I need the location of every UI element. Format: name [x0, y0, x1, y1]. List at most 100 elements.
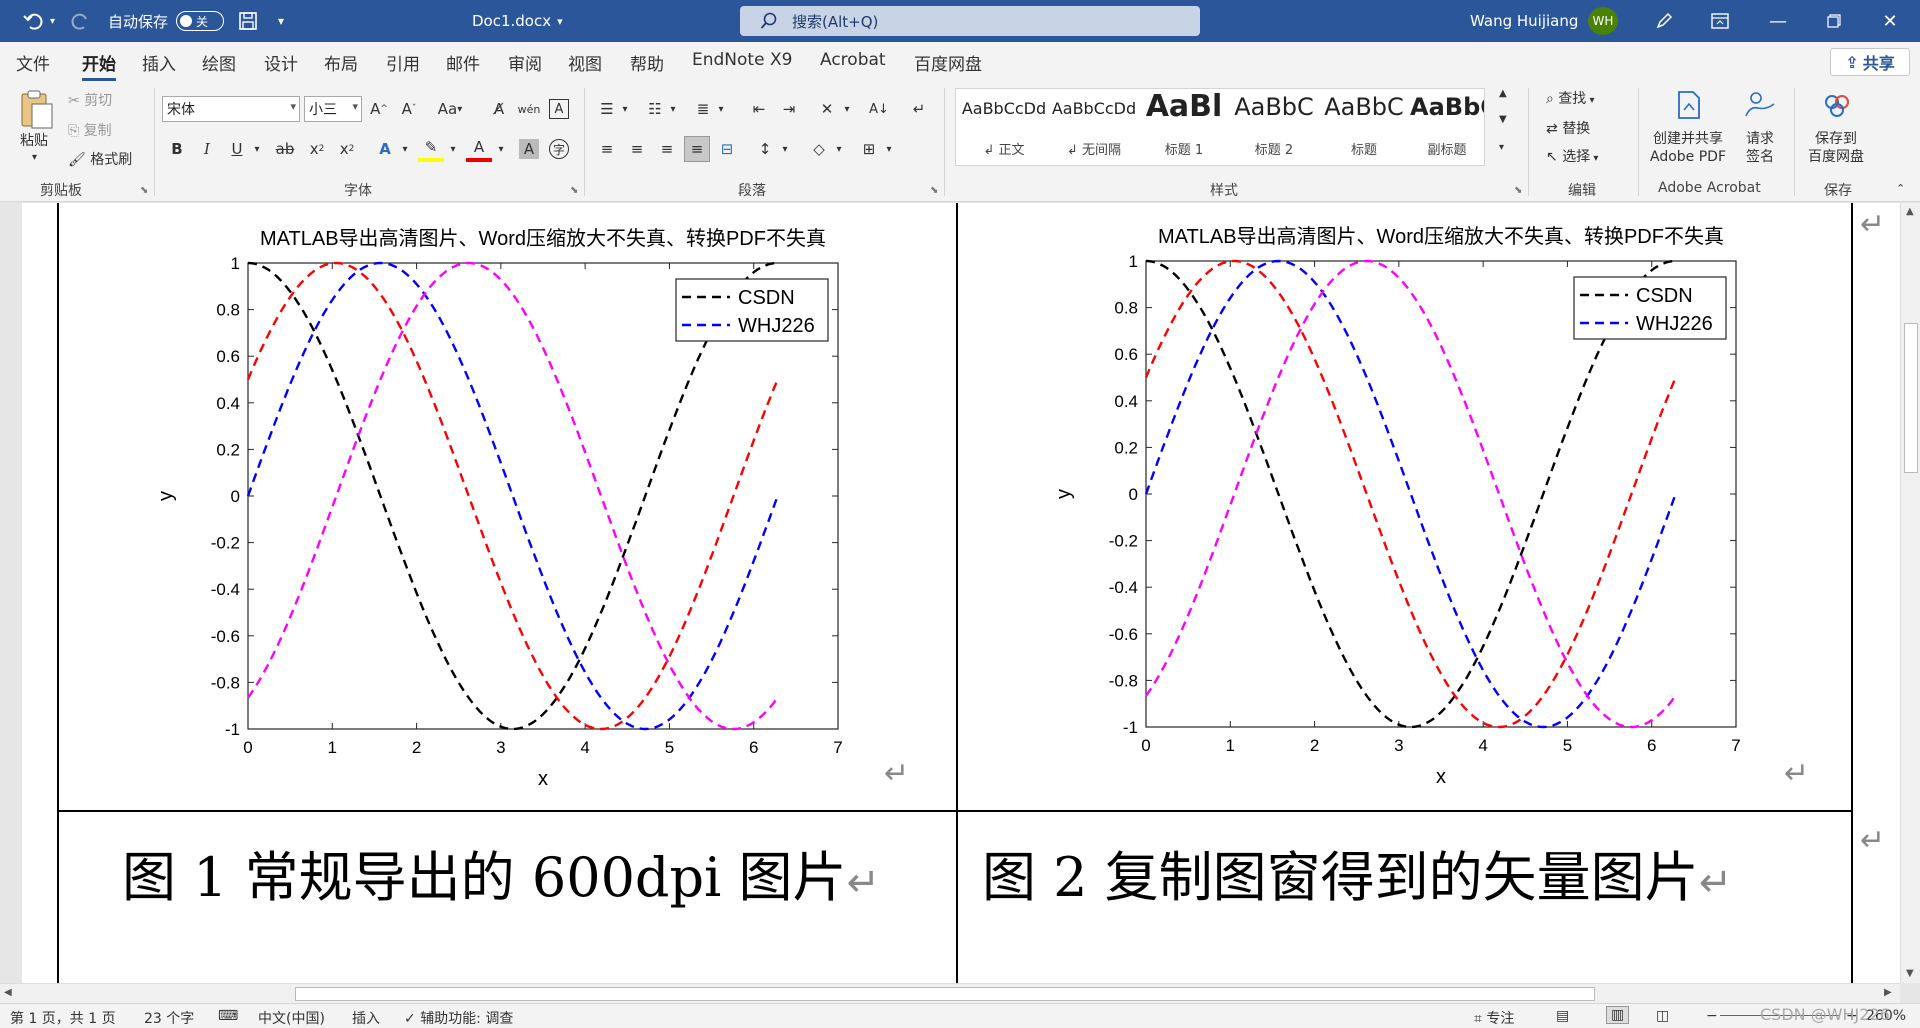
- scroll-right-icon[interactable]: ▶: [1884, 987, 1892, 998]
- insert-mode[interactable]: 插入: [352, 1008, 380, 1028]
- signature-icon[interactable]: [1744, 90, 1776, 124]
- caption-figure-1[interactable]: 图 1 常规导出的 600dpi 图片↵: [122, 833, 880, 912]
- clear-format-icon[interactable]: A̸: [486, 96, 512, 122]
- select-button[interactable]: ↖ 选择 ▾: [1546, 146, 1598, 166]
- font-name-combo[interactable]: 宋体 ▾: [162, 96, 300, 122]
- style-title[interactable]: AaBbC 标题: [1320, 89, 1408, 165]
- format-painter-button[interactable]: 🖌 格式刷: [68, 149, 132, 169]
- tab-references[interactable]: 引用: [386, 50, 420, 75]
- ribbon-display-icon[interactable]: [1696, 0, 1744, 42]
- language[interactable]: 中文(中国): [258, 1008, 325, 1028]
- font-launcher-icon[interactable]: ⬊: [570, 185, 578, 196]
- distributed-icon[interactable]: ⊟: [714, 136, 740, 162]
- chevron-down-icon[interactable]: ▾: [834, 96, 860, 122]
- cut-button[interactable]: ✂ 剪切: [68, 90, 112, 110]
- scroll-up-icon[interactable]: ▲: [1906, 206, 1914, 217]
- strikethrough-icon[interactable]: ab: [272, 136, 298, 162]
- baidu-cloud-icon[interactable]: [1822, 90, 1852, 124]
- decrease-indent-icon[interactable]: ⇤: [746, 96, 772, 122]
- pdf-icon[interactable]: [1676, 90, 1702, 124]
- paste-icon[interactable]: [18, 88, 54, 136]
- clipboard-launcher-icon[interactable]: ⬊: [140, 185, 148, 196]
- copy-button[interactable]: ⎘ 复制: [68, 120, 112, 140]
- styles-up-icon[interactable]: ▲: [1499, 88, 1507, 99]
- subscript-icon[interactable]: x2: [304, 136, 330, 162]
- tab-design[interactable]: 设计: [264, 50, 298, 75]
- italic-icon[interactable]: I: [194, 136, 220, 162]
- chevron-down-icon[interactable]: ▾: [660, 96, 686, 122]
- style-heading-2[interactable]: AaBbC 标题 2: [1230, 89, 1318, 165]
- sort-icon[interactable]: A↓: [866, 96, 892, 122]
- zoom-out-icon[interactable]: −: [1706, 1008, 1718, 1024]
- align-center-icon[interactable]: ≡: [624, 136, 650, 162]
- scroll-left-icon[interactable]: ◀: [4, 987, 12, 998]
- phonetic-guide-icon[interactable]: wén: [516, 96, 542, 122]
- tab-view[interactable]: 视图: [568, 50, 602, 75]
- undo-dropdown-icon[interactable]: ▾: [50, 0, 55, 42]
- replace-button[interactable]: ⇄ 替换: [1546, 118, 1590, 138]
- char-shading-icon[interactable]: A: [519, 139, 539, 159]
- caption-figure-2[interactable]: 图 2 复制图窗得到的矢量图片↵: [982, 833, 1732, 912]
- paste-button[interactable]: 粘贴: [20, 130, 48, 150]
- document-name[interactable]: Doc1.docx ▾: [472, 0, 563, 42]
- tab-help[interactable]: 帮助: [630, 50, 664, 75]
- chevron-down-icon[interactable]: ▾: [612, 96, 638, 122]
- increase-indent-icon[interactable]: ⇥: [776, 96, 802, 122]
- styles-launcher-icon[interactable]: ⬊: [1514, 185, 1522, 196]
- bold-icon[interactable]: B: [164, 136, 190, 162]
- accessibility-status[interactable]: ✓ 辅助功能: 调查: [404, 1008, 513, 1028]
- paste-dropdown-icon[interactable]: ▾: [32, 152, 37, 163]
- tab-review[interactable]: 审阅: [508, 50, 542, 75]
- chevron-down-icon[interactable]: ▾: [772, 136, 798, 162]
- style-normal[interactable]: AaBbCcDd ↲ 正文: [960, 89, 1048, 165]
- chevron-down-icon[interactable]: ▾: [826, 136, 852, 162]
- change-case-button[interactable]: Aa ▾: [432, 96, 468, 122]
- read-mode-icon[interactable]: ▤: [1556, 1008, 1569, 1024]
- align-left-icon[interactable]: ≡: [594, 136, 620, 162]
- justify-icon[interactable]: ≡: [684, 136, 710, 162]
- tab-mailings[interactable]: 邮件: [446, 50, 480, 75]
- tab-home[interactable]: 开始: [82, 50, 116, 81]
- char-border-icon[interactable]: A: [549, 99, 569, 119]
- tab-endnote[interactable]: EndNote X9: [692, 50, 792, 70]
- web-layout-icon[interactable]: ◫: [1656, 1008, 1669, 1024]
- tab-acrobat[interactable]: Acrobat: [820, 50, 886, 70]
- style-no-spacing[interactable]: AaBbCcDd ↲ 无间隔: [1050, 89, 1138, 165]
- print-layout-icon[interactable]: ▥: [1606, 1006, 1630, 1024]
- collapse-ribbon-icon[interactable]: ⌃: [1896, 182, 1905, 195]
- vertical-scrollbar[interactable]: ▲ ▼: [1900, 203, 1920, 983]
- vertical-scroll-thumb[interactable]: [1904, 323, 1918, 473]
- search-box[interactable]: 搜索(Alt+Q): [740, 6, 1200, 36]
- font-size-combo[interactable]: 小三 ▾: [304, 96, 362, 122]
- pen-icon[interactable]: [1640, 0, 1688, 42]
- customize-qat-icon[interactable]: ▾: [278, 0, 284, 42]
- chevron-down-icon[interactable]: ▾: [244, 136, 270, 162]
- horizontal-scroll-thumb[interactable]: [295, 987, 1595, 1001]
- undo-icon[interactable]: [22, 0, 44, 42]
- align-right-icon[interactable]: ≡: [654, 136, 680, 162]
- tab-layout[interactable]: 布局: [324, 50, 358, 75]
- styles-down-icon[interactable]: ▼: [1499, 114, 1507, 125]
- minimize-icon[interactable]: —: [1754, 0, 1802, 42]
- scroll-down-icon[interactable]: ▼: [1906, 968, 1914, 979]
- find-button[interactable]: ⌕ 查找 ▾: [1546, 88, 1595, 108]
- tab-insert[interactable]: 插入: [142, 50, 176, 75]
- tab-baidu[interactable]: 百度网盘: [914, 50, 982, 75]
- chevron-down-icon[interactable]: ▾: [708, 96, 734, 122]
- show-marks-icon[interactable]: ↵: [906, 96, 932, 122]
- share-button[interactable]: ⇪ 共享: [1830, 48, 1910, 76]
- create-pdf-button[interactable]: 创建并共享 Adobe PDF: [1650, 130, 1726, 166]
- word-count[interactable]: 23 个字: [144, 1008, 194, 1028]
- save-icon[interactable]: [238, 0, 258, 42]
- request-sign-button[interactable]: 请求 签名: [1746, 130, 1774, 166]
- tab-draw[interactable]: 绘图: [202, 50, 236, 75]
- superscript-icon[interactable]: x2: [334, 136, 360, 162]
- chevron-down-icon[interactable]: ▾: [488, 136, 514, 162]
- matlab-plot-vector[interactable]: MATLAB导出高清图片、Word压缩放大不失真、转换PDF不失真 0 1 2 3 4 5 6…: [1040, 213, 1760, 803]
- styles-more-icon[interactable]: ▾: [1499, 142, 1504, 153]
- chevron-down-icon[interactable]: ▾: [876, 136, 902, 162]
- style-heading-1[interactable]: AaBl 标题 1: [1140, 89, 1228, 165]
- horizontal-scrollbar[interactable]: ◀ ▶: [0, 983, 1900, 1003]
- enclose-char-icon[interactable]: 字: [549, 139, 569, 159]
- chevron-down-icon[interactable]: ▾: [392, 136, 418, 162]
